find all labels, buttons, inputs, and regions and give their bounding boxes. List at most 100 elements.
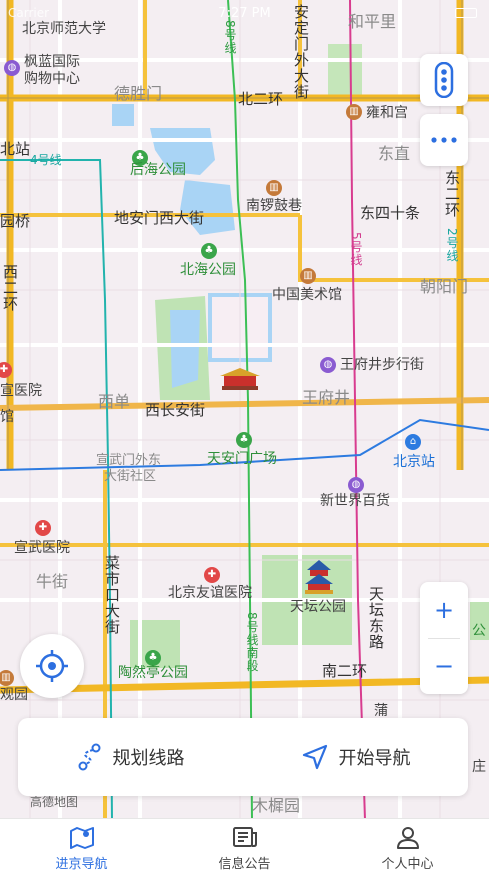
- tab-label: 个人中心: [381, 857, 434, 872]
- map-label: 西单: [98, 392, 131, 411]
- map-label: 西二环: [1, 264, 19, 312]
- zoom-out-button[interactable]: −: [420, 638, 468, 694]
- zoom-in-button[interactable]: +: [420, 582, 468, 638]
- map-label: 北京站: [393, 454, 435, 470]
- tab-navigation[interactable]: 进京导航: [0, 819, 163, 875]
- status-bar: Carrier 7:27 PM: [0, 4, 489, 24]
- shopping-icon: ◍: [4, 60, 20, 76]
- map-label: 园桥: [0, 212, 31, 230]
- shopping-icon: ◍: [348, 477, 364, 493]
- map-label: 枫蓝国际: [24, 54, 80, 70]
- battery-icon: [455, 8, 477, 18]
- tab-label: 信息公告: [218, 857, 271, 872]
- map-label: 庄: [472, 759, 486, 775]
- map-label: 购物中心: [24, 71, 80, 87]
- map-label: 天坛公园: [290, 599, 346, 615]
- park-icon: ♣: [236, 432, 252, 448]
- map-label: 北二环: [238, 90, 284, 108]
- zhongnanhai-lake: [170, 310, 200, 388]
- locate-me-button[interactable]: [20, 634, 84, 698]
- map-label: 后海公园: [130, 162, 186, 178]
- park-area: [328, 44, 362, 96]
- map-label: 宣医院: [0, 383, 42, 399]
- map-label: 观园: [0, 687, 28, 703]
- metro-label: 4号线: [30, 153, 62, 167]
- bottom-tab-bar: 进京导航 信息公告 个人中心: [0, 818, 489, 875]
- minor-roads: [0, 0, 489, 820]
- map-label: 北站: [0, 140, 31, 158]
- hospital-icon: ✚: [35, 520, 51, 536]
- map-base-layer: [0, 0, 489, 820]
- tab-profile[interactable]: 个人中心: [326, 819, 489, 875]
- map-label: 宣武门外东: [96, 453, 162, 468]
- main-roads: [0, 0, 489, 820]
- train-station-icon: ⌂: [405, 434, 421, 450]
- map-label: 西长安街: [145, 401, 206, 419]
- map-label: 德胜门: [114, 84, 163, 103]
- shopping-icon: ◍: [320, 357, 336, 373]
- map-label: 王府井步行街: [340, 357, 424, 373]
- map-label: 公: [472, 623, 486, 639]
- plan-route-label: 规划线路: [112, 748, 185, 769]
- landmark-icon: ▥: [266, 180, 282, 196]
- map-label: 南锣鼓巷: [246, 198, 302, 214]
- map-label: 陶然亭公园: [118, 665, 188, 681]
- map-label: 菜市口大街: [103, 555, 121, 635]
- map-label: 雍和宫: [366, 105, 408, 121]
- map-label: 北京师范大学: [22, 21, 106, 37]
- map-label: 宣武医院: [14, 540, 70, 556]
- metro-line-5: [349, 0, 366, 820]
- plan-route-button[interactable]: 规划线路: [18, 718, 243, 796]
- map-label: 南二环: [322, 662, 368, 680]
- map-label: 东二环: [443, 170, 461, 218]
- start-navigation-button[interactable]: 开始导航: [243, 718, 468, 796]
- metro-label: 8号线: [223, 20, 237, 55]
- map-label: 天坛东路: [367, 586, 385, 650]
- map-label: 东四十条: [360, 204, 421, 222]
- clock: 7:27 PM: [218, 6, 271, 21]
- park-icon: ♣: [201, 243, 217, 259]
- tab-label: 进京导航: [55, 857, 108, 872]
- more-icon: [431, 137, 457, 143]
- pond: [112, 104, 134, 126]
- route-icon: [78, 743, 100, 771]
- navigation-action-panel: 规划线路 开始导航: [18, 718, 468, 796]
- changan-avenue: [0, 397, 489, 411]
- navigation-arrow-icon: [302, 744, 327, 770]
- map-label: 牛街: [36, 572, 69, 591]
- map-label: 中国美术馆: [272, 287, 342, 303]
- map-view[interactable]: ♣ ♣ ♣ ♣ ▥ ▥ ▥ ◍ ◍ ◍ ✚ ✚ ✚ ⌂ ▥ 北京师范大学 枫蓝国…: [0, 0, 489, 820]
- metro-label: 2号线: [445, 228, 459, 263]
- tab-announcements[interactable]: 信息公告: [163, 819, 326, 875]
- map-label: 地安门西大街: [114, 209, 205, 227]
- newspaper-icon: [232, 827, 257, 847]
- crosshair-icon: [36, 650, 68, 682]
- temple-icon: ▥: [346, 104, 362, 120]
- metro-label: 5号线: [349, 232, 363, 267]
- user-icon: [396, 827, 419, 849]
- map-logo: 高德地图: [30, 795, 79, 809]
- traffic-light-icon: [434, 62, 454, 98]
- map-label: 东直: [378, 144, 411, 163]
- park-icon: ♣: [145, 650, 161, 666]
- zoom-control: + −: [420, 582, 468, 694]
- map-label: 蒲: [374, 703, 388, 719]
- map-label: 新世界百货: [320, 493, 390, 509]
- map-label: 朝阳门: [420, 277, 469, 296]
- hospital-icon: ✚: [204, 567, 220, 583]
- start-navigation-label: 开始导航: [338, 748, 411, 769]
- map-label: 王府井: [302, 388, 351, 407]
- metro-label: 8号线南段: [245, 612, 259, 673]
- micro-roads: [0, 0, 489, 820]
- more-options-button[interactable]: [420, 114, 468, 166]
- traffic-toggle-button[interactable]: [420, 54, 468, 106]
- map-label: 大街社区: [104, 469, 157, 484]
- tiananmen-icon: [220, 368, 260, 390]
- map-label: 北京友谊医院: [168, 585, 252, 601]
- map-label: 馆: [0, 409, 14, 425]
- map-label: 北海公园: [180, 262, 236, 278]
- museum-icon: ▥: [300, 268, 316, 284]
- map-label: 木樨园: [252, 796, 301, 815]
- carrier-label: Carrier: [8, 6, 50, 20]
- temple-of-heaven-icon: [305, 560, 333, 594]
